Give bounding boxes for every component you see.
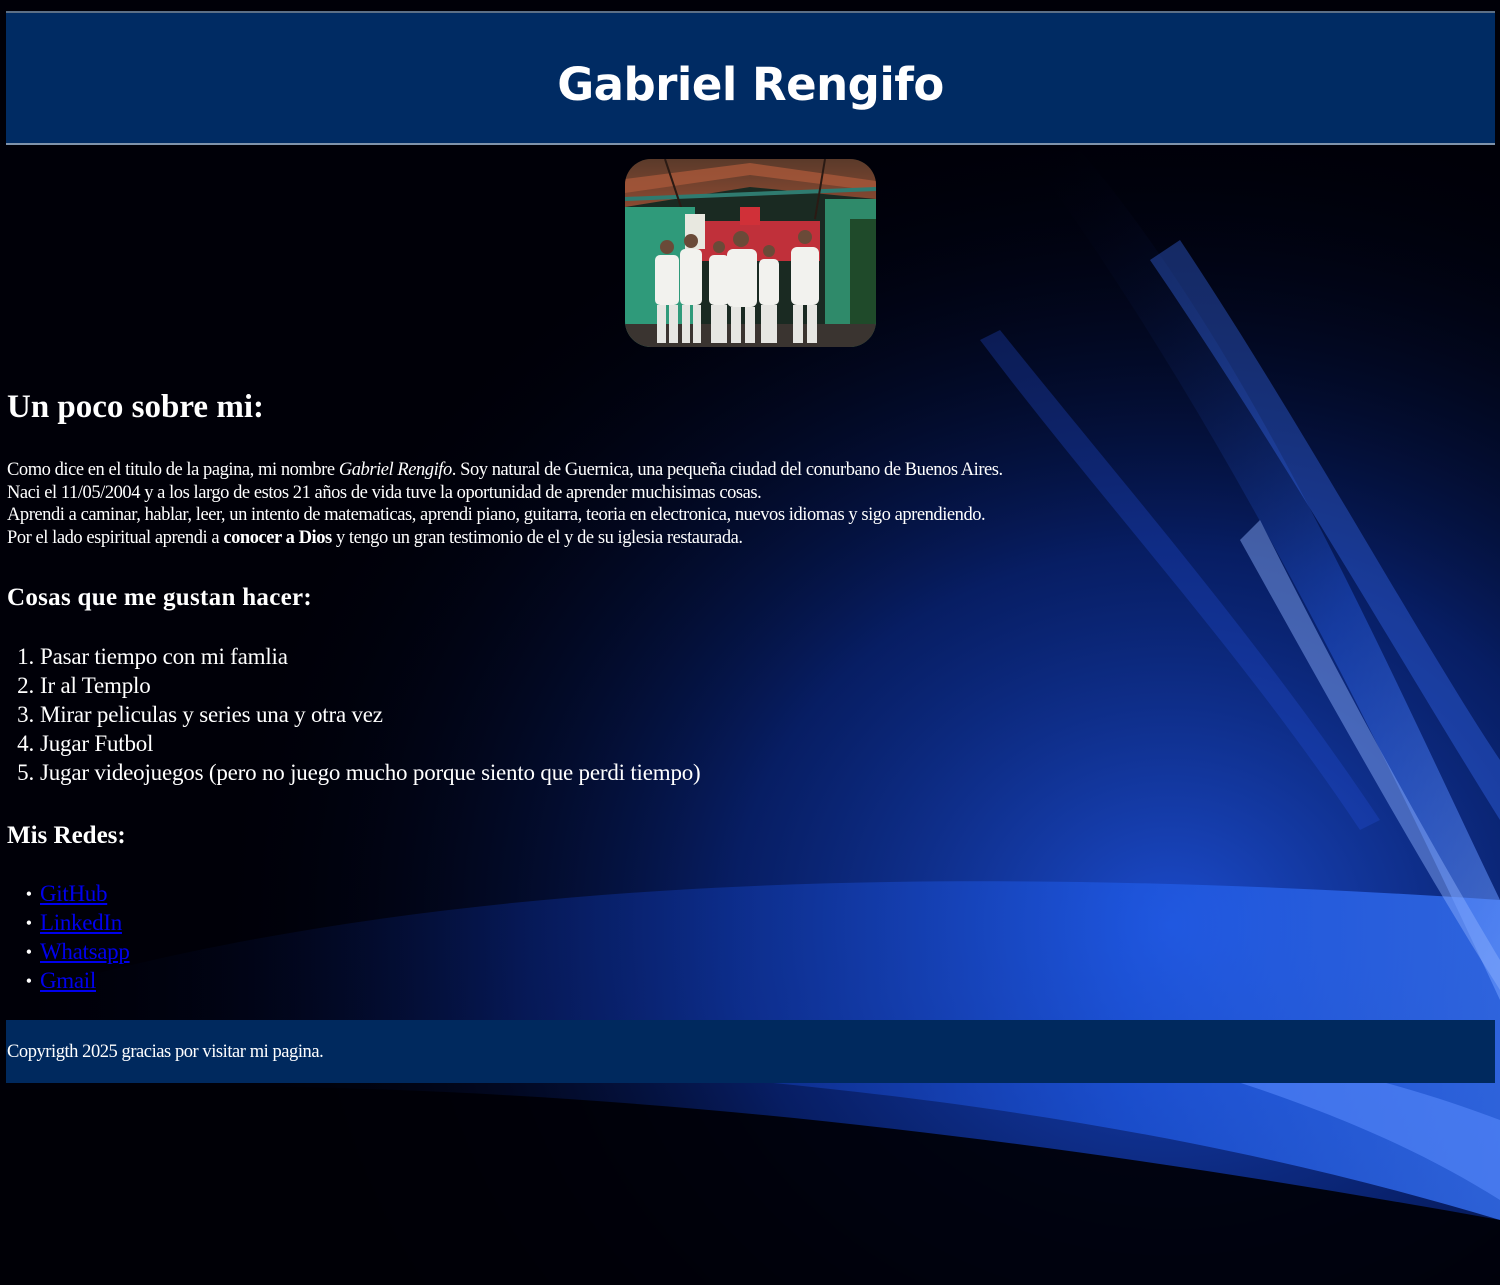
redes-heading: Mis Redes: <box>7 822 126 849</box>
about-line4-b: y tengo un gran testimonio de el y de su… <box>331 527 743 548</box>
list-item-text: Jugar Futbol <box>40 731 154 756</box>
list-item-text: Jugar videojuegos (pero no juego mucho p… <box>40 760 701 785</box>
about-paragraph: Como dice en el titulo de la pagina, mi … <box>7 459 1487 549</box>
list-item-text: Pasar tiempo con mi famlia <box>40 644 288 669</box>
about-line3: Aprendi a caminar, hablar, leer, un inte… <box>7 505 986 526</box>
about-heading: Un poco sobre mi: <box>7 389 264 425</box>
list-number: 5. <box>17 760 34 785</box>
about-name: Gabriel Rengifo <box>338 460 452 480</box>
social-links-list: • GitHub • LinkedIn • Whatsapp • Gmail <box>0 879 130 995</box>
profile-photo <box>625 159 876 347</box>
site-header: Gabriel Rengifo <box>6 11 1495 145</box>
list-item: 1. Pasar tiempo con mi famlia <box>0 642 701 671</box>
list-item: • GitHub <box>0 879 130 908</box>
linkedin-link[interactable]: LinkedIn <box>40 910 122 935</box>
site-footer: Copyrigth 2025 gracias por visitar mi pa… <box>6 1020 1495 1083</box>
bullet-icon: • <box>25 942 32 962</box>
likes-list: 1. Pasar tiempo con mi famlia 2. Ir al Tem… <box>0 642 701 787</box>
likes-heading: Cosas que me gustan hacer: <box>7 584 313 611</box>
list-item: • Whatsapp <box>0 937 130 966</box>
list-number: 1. <box>17 644 34 669</box>
about-bold: conocer a Dios <box>223 527 332 548</box>
page: Gabriel Rengifo Un poco sobre mi: Como d… <box>0 0 1500 1285</box>
list-item: 4. Jugar Futbol <box>0 729 701 758</box>
whatsapp-link[interactable]: Whatsapp <box>40 939 130 964</box>
list-number: 3. <box>17 702 34 727</box>
list-number: 2. <box>17 673 34 698</box>
list-item: • LinkedIn <box>0 908 130 937</box>
bullet-icon: • <box>25 913 32 933</box>
list-number: 4. <box>17 731 34 756</box>
list-item: 2. Ir al Templo <box>0 671 701 700</box>
list-item: 3. Mirar peliculas y series una y otra ve… <box>0 700 701 729</box>
list-item: • Gmail <box>0 966 130 995</box>
list-item: 5. Jugar videojuegos (pero no juego mucho… <box>0 758 701 787</box>
github-link[interactable]: GitHub <box>40 881 108 906</box>
page-title: Gabriel Rengifo <box>557 58 944 111</box>
bullet-icon: • <box>25 884 32 904</box>
footer-text: Copyrigth 2025 gracias por visitar mi pa… <box>7 1042 324 1062</box>
about-line4-a: Por el lado espiritual aprendi a <box>7 527 224 548</box>
bullet-icon: • <box>25 971 32 991</box>
about-line2: Naci el 11/05/2004 y a los largo de esto… <box>7 482 762 503</box>
about-line1-a: Como dice en el titulo de la pagina, mi … <box>7 460 339 480</box>
gmail-link[interactable]: Gmail <box>40 968 96 993</box>
list-item-text: Mirar peliculas y series una y otra vez <box>40 702 383 727</box>
about-line1-b: . Soy natural de Guernica, una pequeña c… <box>451 460 1003 480</box>
list-item-text: Ir al Templo <box>40 673 151 698</box>
group-photo-icon <box>625 159 876 347</box>
